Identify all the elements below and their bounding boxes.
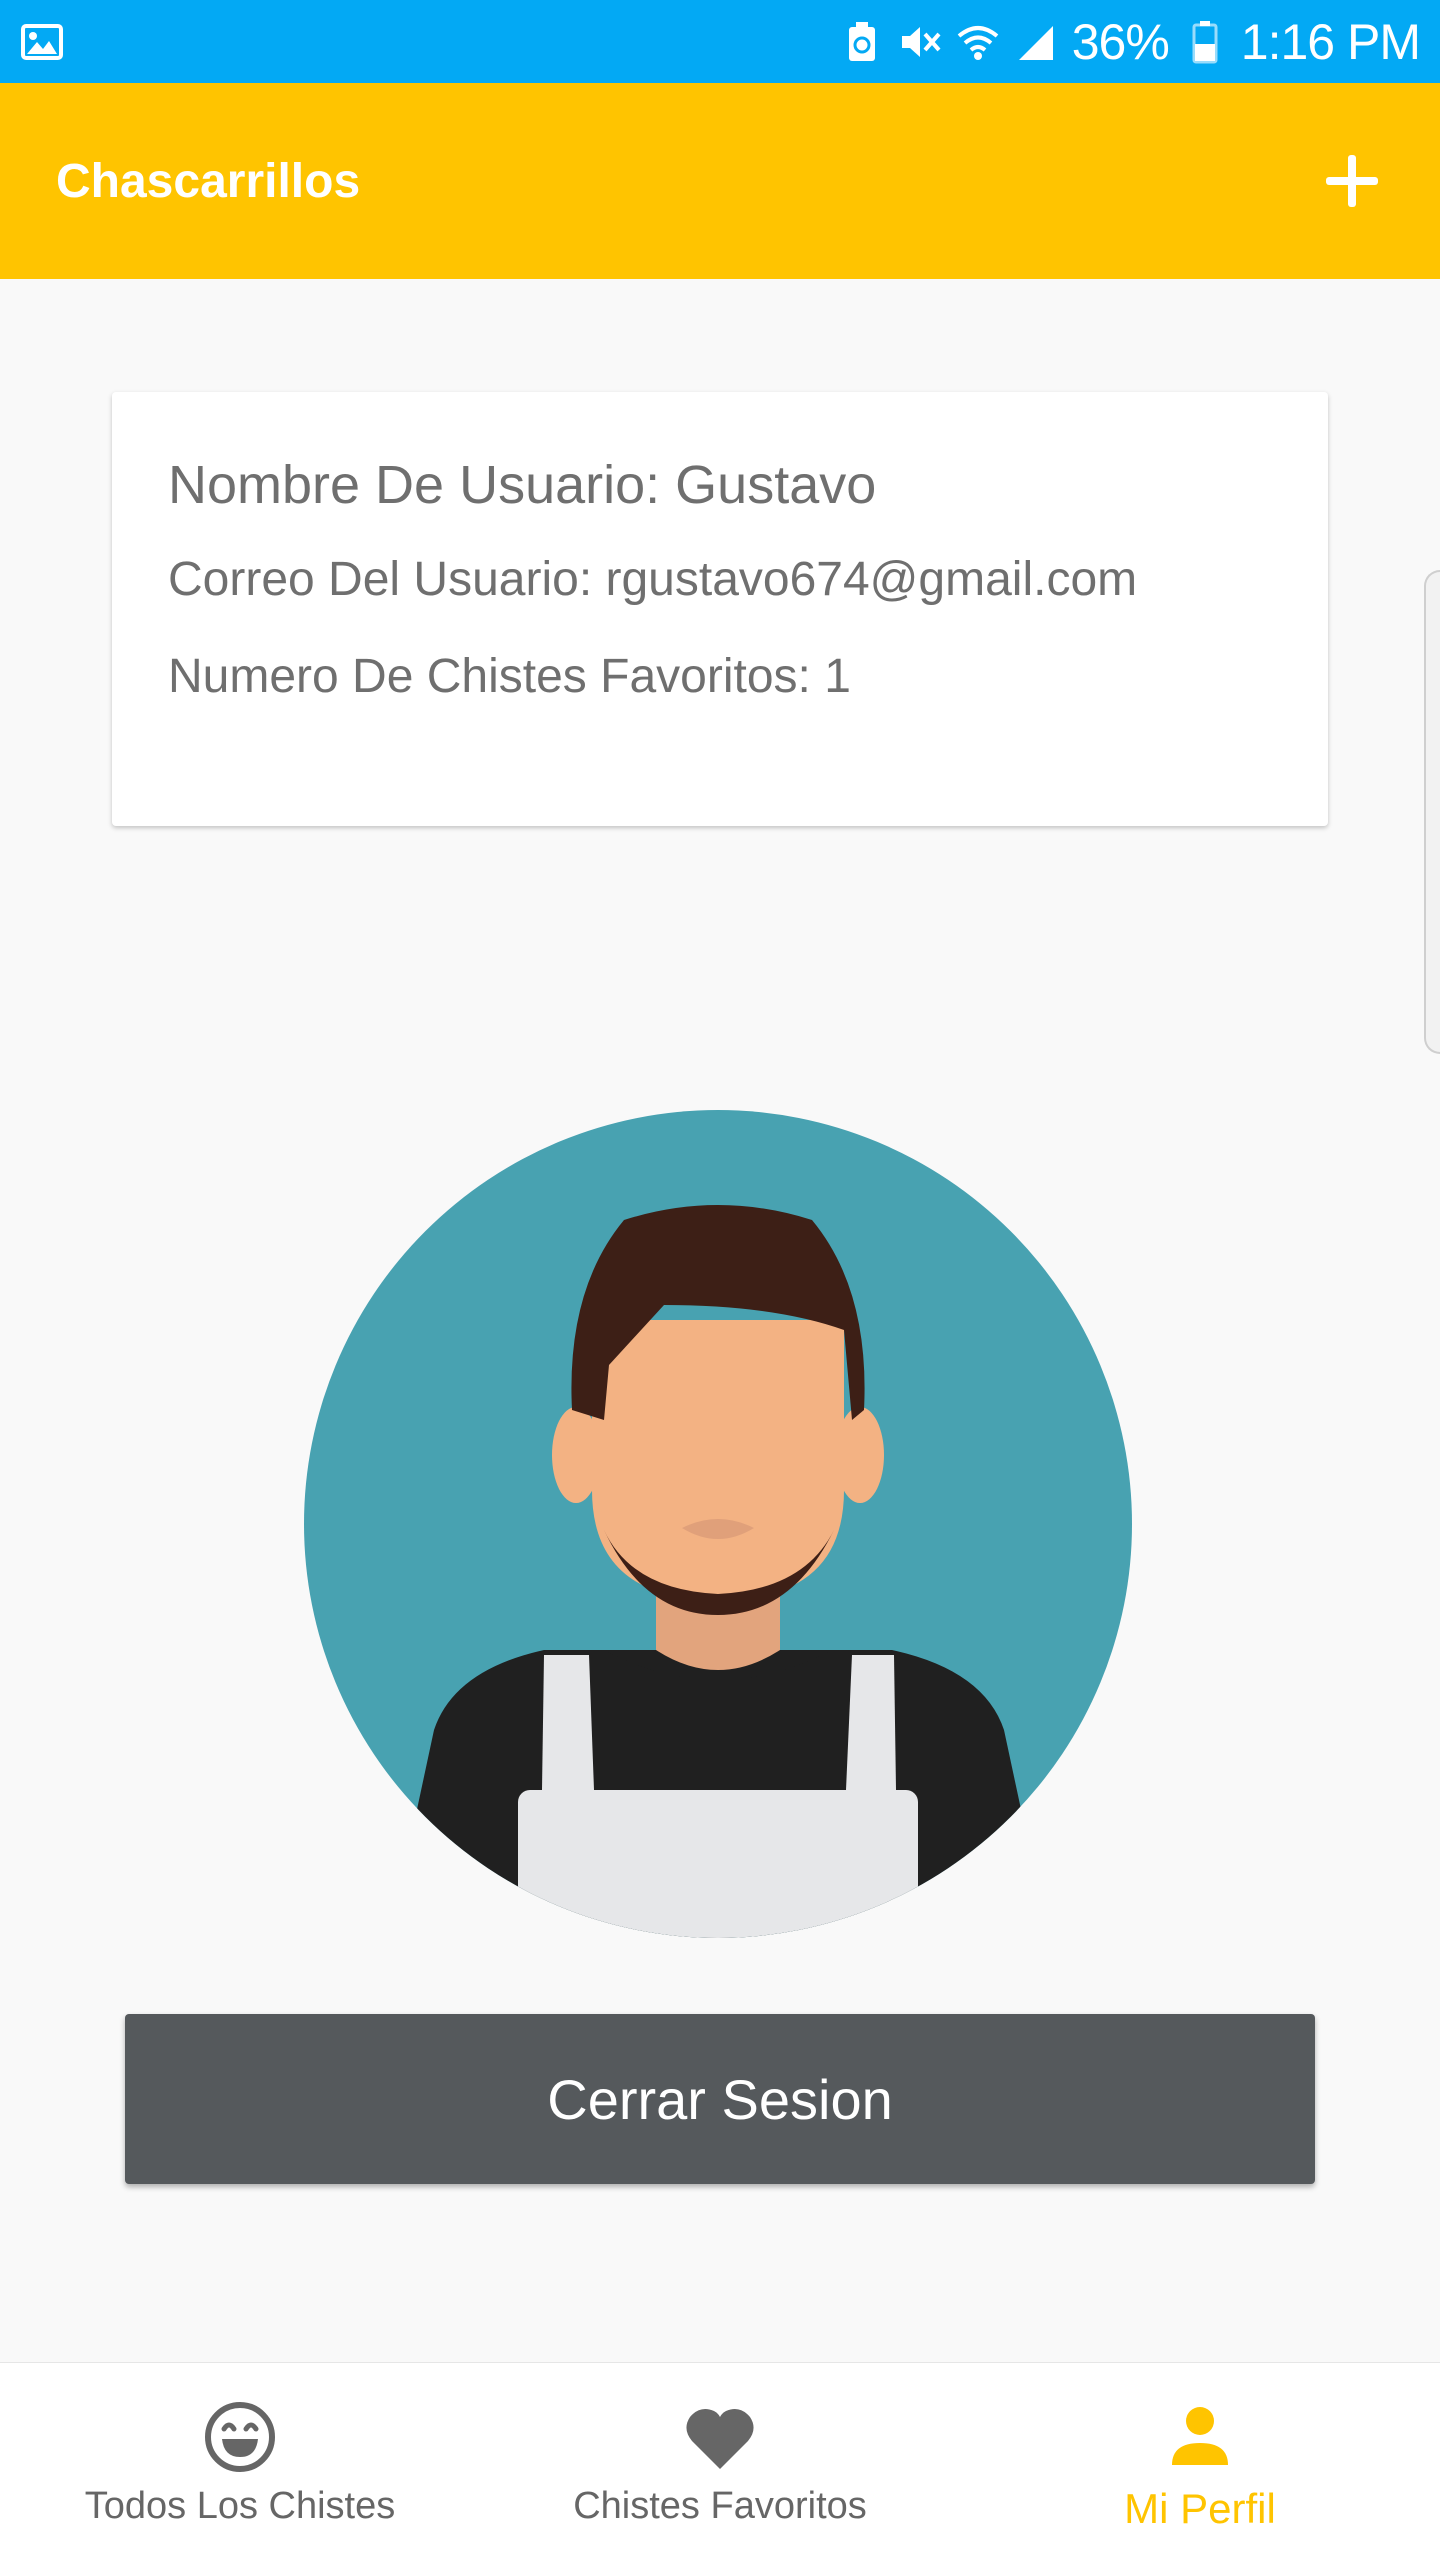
person-icon xyxy=(1172,2407,1228,2465)
nav-item-mi-perfil[interactable]: Mi Perfil xyxy=(960,2363,1440,2560)
email-text: Correo Del Usuario: rgustavo674@gmail.co… xyxy=(168,553,1138,606)
mute-icon xyxy=(898,20,942,64)
status-time: 1:16 PM xyxy=(1240,13,1421,70)
avatar xyxy=(304,1110,1132,1938)
edge-panel-handle[interactable] xyxy=(1424,570,1440,1054)
app-title: Chascarrillos xyxy=(56,154,361,208)
username-text: Nombre De Usuario: Gustavo xyxy=(168,455,877,515)
app-bar: Chascarrillos xyxy=(0,83,1440,279)
status-bar: 36% 1:16 PM xyxy=(0,0,1440,83)
status-right: 36% 1:16 PM xyxy=(840,13,1421,71)
avatar-illustration xyxy=(304,1110,1132,1938)
bottom-nav: Todos Los Chistes Chistes Favoritos Mi P… xyxy=(0,2362,1440,2560)
battery-percent: 36% xyxy=(1071,13,1170,70)
nav-label-todos: Todos Los Chistes xyxy=(84,2485,396,2527)
profile-card: Nombre De Usuario: Gustavo Correo Del Us… xyxy=(112,392,1328,826)
nav-item-todos-los-chistes[interactable]: Todos Los Chistes xyxy=(0,2363,480,2560)
logout-button[interactable]: Cerrar Sesion xyxy=(125,2014,1315,2184)
nav-item-chistes-favoritos[interactable]: Chistes Favoritos xyxy=(480,2363,960,2560)
nav-label-perfil: Mi Perfil xyxy=(1124,2485,1276,2532)
favorites-count-text: Numero De Chistes Favoritos: 1 xyxy=(168,650,851,703)
signal-icon xyxy=(1014,20,1058,64)
gallery-icon xyxy=(20,20,64,64)
wifi-icon xyxy=(956,20,1000,64)
nav-label-favoritos: Chistes Favoritos xyxy=(573,2485,867,2527)
heart-icon xyxy=(686,2409,754,2469)
status-left xyxy=(20,20,64,64)
battery-saver-icon xyxy=(840,20,884,64)
battery-icon xyxy=(1183,20,1227,64)
smiley-icon xyxy=(205,2402,275,2472)
add-button[interactable] xyxy=(1320,149,1384,213)
